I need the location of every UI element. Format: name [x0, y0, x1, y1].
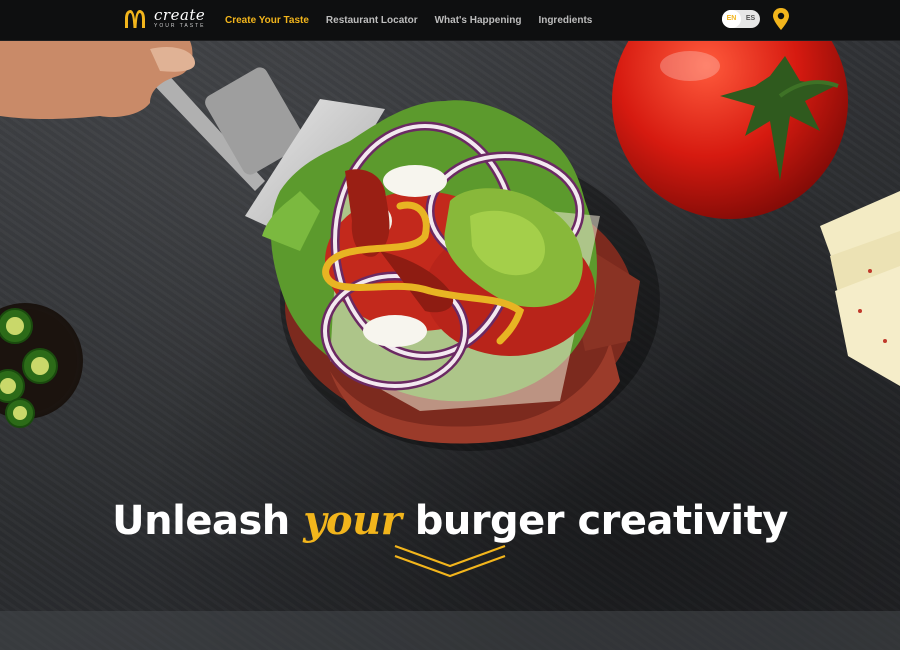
- wordmark-create: create: [154, 6, 206, 24]
- map-pin-icon[interactable]: [772, 8, 790, 30]
- main-menu: Create Your Taste Restaurant Locator Wha…: [225, 0, 609, 40]
- brand-logo[interactable]: create YOUR TASTE: [124, 8, 206, 29]
- golden-arches-logo: [125, 9, 145, 28]
- headline-end: burger creativity: [414, 498, 789, 544]
- nav-ingredients[interactable]: Ingredients: [538, 15, 592, 26]
- language-toggle[interactable]: EN ES: [722, 10, 760, 28]
- wordmark: create YOUR TASTE: [154, 8, 206, 29]
- nav-restaurant-locator[interactable]: Restaurant Locator: [326, 15, 418, 26]
- chevron-down-icon[interactable]: [393, 544, 507, 580]
- language-es[interactable]: ES: [741, 10, 760, 28]
- nav-whats-happening[interactable]: What's Happening: [435, 15, 522, 26]
- language-en[interactable]: EN: [722, 10, 741, 28]
- top-nav: create YOUR TASTE Create Your Taste Rest…: [0, 0, 900, 41]
- hero-headline: Unleash your burger creativity: [0, 497, 900, 544]
- nav-create-your-taste[interactable]: Create Your Taste: [225, 15, 309, 26]
- bottom-band: [0, 611, 900, 650]
- wordmark-tagline: YOUR TASTE: [154, 23, 206, 29]
- headline-start: Unleash: [112, 498, 290, 544]
- headline-accent: your: [303, 497, 402, 544]
- hero-section: Unleash your burger creativity: [0, 41, 900, 650]
